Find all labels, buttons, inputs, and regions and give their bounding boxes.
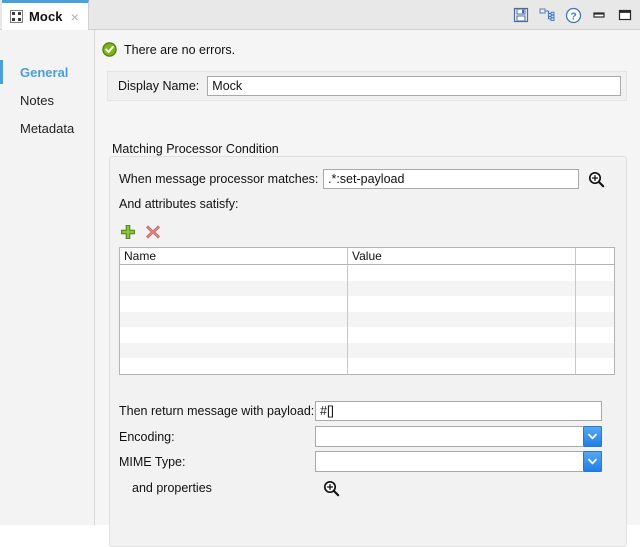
attributes-satisfy-label: And attributes satisfy: [119,197,239,211]
sidebar-item-notes[interactable]: Notes [0,86,94,114]
save-icon[interactable] [512,6,530,24]
matching-processor-condition-title: Matching Processor Condition [112,142,279,156]
table-cell-name[interactable] [120,265,348,281]
table-cell-value[interactable] [348,327,576,343]
encoding-row: Encoding: [119,426,602,447]
table-cell-extra[interactable] [576,358,614,374]
properties-row: and properties [132,479,340,497]
table-row[interactable] [120,343,614,359]
display-name-input[interactable] [207,76,621,96]
encoding-combobox[interactable] [315,426,602,447]
help-icon[interactable]: ? [564,6,582,24]
minimize-icon[interactable] [590,6,608,24]
table-cell-extra[interactable] [576,312,614,328]
table-cell-extra[interactable] [576,343,614,359]
when-matches-label: When message processor matches: [119,172,315,186]
outline-tree-icon[interactable] [538,6,556,24]
general-settings-panel: There are no errors. Display Name: Match… [95,30,640,525]
when-matches-row: When message processor matches: [119,169,605,189]
table-row[interactable] [120,296,614,312]
properties-label: and properties [132,481,322,495]
tab-label: Mock [29,9,63,24]
sidebar-item-metadata[interactable]: Metadata [0,114,94,142]
column-header-value[interactable]: Value [348,248,576,264]
table-cell-extra[interactable] [576,281,614,297]
close-icon[interactable]: × [71,10,79,24]
table-cell-value[interactable] [348,312,576,328]
status-text: There are no errors. [124,43,235,57]
when-matches-input[interactable] [323,169,579,189]
table-cell-name[interactable] [120,358,348,374]
display-name-label: Display Name: [118,79,199,93]
mime-type-row: MIME Type: [119,451,602,472]
chevron-down-icon[interactable] [583,426,602,447]
table-cell-name[interactable] [120,281,348,297]
table-cell-value[interactable] [348,281,576,297]
payload-input[interactable] [315,401,602,421]
table-cell-extra[interactable] [576,265,614,281]
add-row-icon[interactable] [119,223,136,240]
encoding-label: Encoding: [119,430,315,444]
table-cell-value[interactable] [348,265,576,281]
table-cell-extra[interactable] [576,327,614,343]
attributes-satisfy-row: And attributes satisfy: [119,197,239,211]
maximize-icon[interactable] [616,6,634,24]
chevron-down-icon[interactable] [583,451,602,472]
mime-type-combobox[interactable] [315,451,602,472]
column-header-extra[interactable] [576,248,614,264]
editor-tabbar: Mock × [0,0,640,30]
table-actions [119,223,161,240]
table-row[interactable] [120,312,614,328]
delete-row-icon[interactable] [144,223,161,240]
sidebar-item-general[interactable]: General [0,58,94,86]
table-row[interactable] [120,281,614,297]
table-cell-value[interactable] [348,358,576,374]
column-header-name[interactable]: Name [120,248,348,264]
payload-label: Then return message with payload: [119,404,315,418]
table-cell-name[interactable] [120,296,348,312]
table-header-row: Name Value [120,248,614,265]
svg-text:?: ? [570,11,576,22]
tab-mock[interactable]: Mock × [2,0,89,30]
attributes-table[interactable]: Name Value [119,247,615,375]
sidebar-item-label: General [20,65,68,80]
mock-editor-window: Mock × [0,0,640,525]
sidebar-item-label: Metadata [20,121,74,136]
table-cell-name[interactable] [120,327,348,343]
mime-type-label: MIME Type: [119,455,315,469]
window-toolbar: ? [512,4,634,26]
payload-row: Then return message with payload: [119,401,602,421]
display-name-row: Display Name: [107,71,627,101]
matching-processor-condition-group: When message processor matches: And attr… [109,156,627,547]
status-message: There are no errors. [102,42,235,57]
table-row[interactable] [120,327,614,343]
success-check-icon [102,42,117,57]
table-cell-extra[interactable] [576,296,614,312]
table-cell-name[interactable] [120,312,348,328]
table-row[interactable] [120,358,614,374]
table-cell-value[interactable] [348,296,576,312]
magnifier-plus-icon[interactable] [587,170,605,188]
sidebar-item-label: Notes [20,93,54,108]
mock-component-icon [10,10,23,23]
table-cell-name[interactable] [120,343,348,359]
table-cell-value[interactable] [348,343,576,359]
table-row[interactable] [120,265,614,281]
section-sidebar: General Notes Metadata [0,30,94,525]
magnifier-plus-icon[interactable] [322,479,340,497]
